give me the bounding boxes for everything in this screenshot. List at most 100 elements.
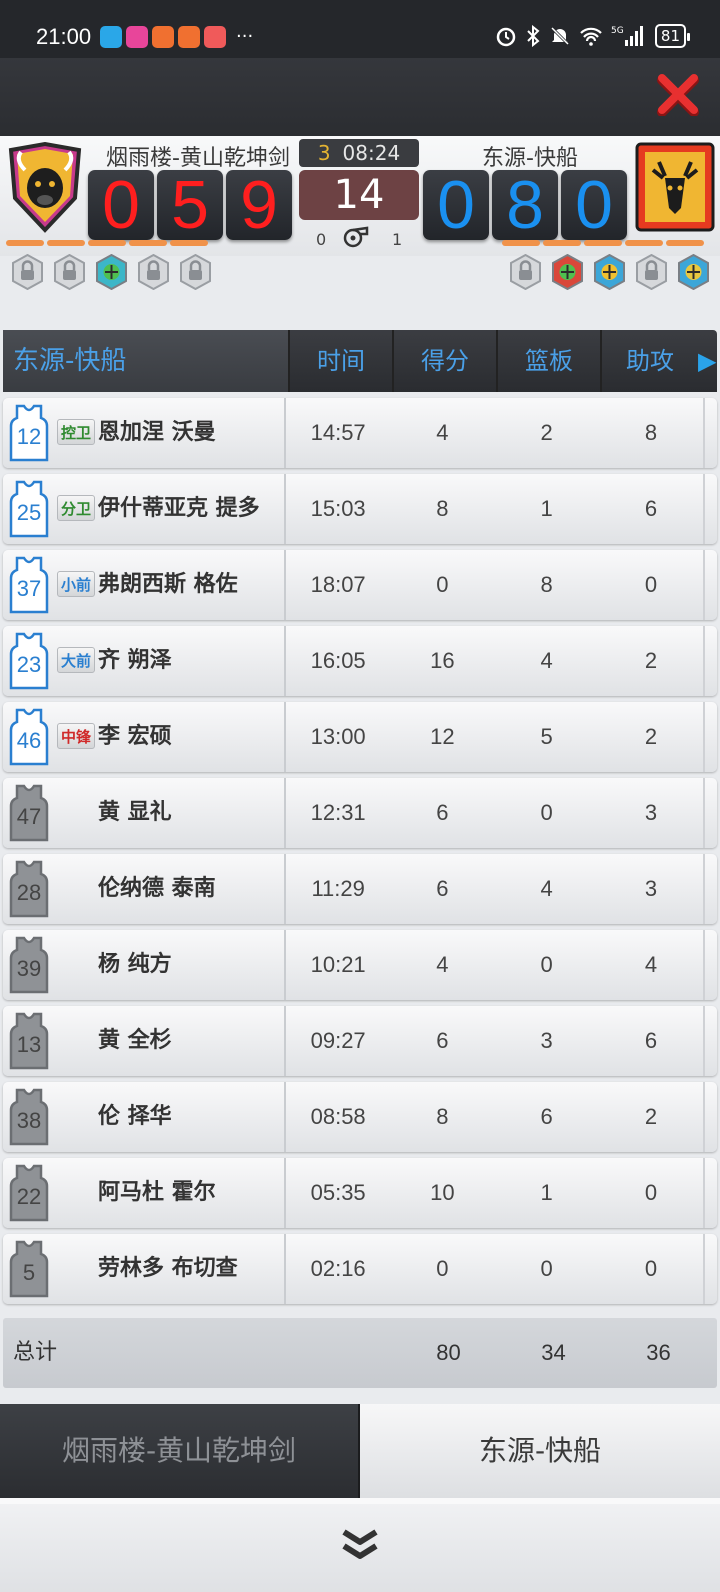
player-name: 伦 择华	[98, 1104, 172, 1129]
assists-cell: 2	[644, 1104, 658, 1129]
minutes-cell: 14:57	[310, 420, 366, 445]
player-cell: 39 杨 纯方	[3, 930, 287, 1000]
signal-icon: 5G	[611, 26, 643, 46]
whistle-icon	[343, 226, 369, 248]
game-time: 08:24	[342, 141, 401, 165]
jersey-number: 46	[16, 728, 42, 753]
player-cell: 25 分卫 伊什蒂亚克 提多	[3, 474, 287, 544]
tab-home-team[interactable]: 烟雨楼-黄山乾坤剑	[0, 1404, 360, 1498]
jersey-number: 23	[16, 652, 42, 677]
table-row[interactable]: 37 小前 弗朗西斯 格佐 18:07 0 8 0	[3, 550, 717, 620]
away-timeouts-used: 1	[392, 230, 403, 249]
status-time: 21:00	[36, 24, 92, 49]
table-row[interactable]: 46 中锋李 宏硕 13:00 12 5 2	[3, 702, 717, 772]
header-assists[interactable]: 助攻	[600, 330, 698, 392]
close-icon	[657, 74, 699, 117]
minutes-cell: 18:07	[310, 572, 366, 597]
jersey-number: 39	[16, 956, 42, 981]
home-foul-bar	[6, 240, 208, 246]
tab-away-team[interactable]: 东源-快船	[360, 1404, 720, 1498]
player-name: 劳林多 布切查	[98, 1256, 238, 1281]
header-points[interactable]: 得分	[392, 330, 496, 392]
assists-cell: 3	[644, 800, 658, 825]
points-cell: 4	[436, 420, 449, 445]
locked-slot-icon[interactable]	[11, 254, 44, 290]
minutes-cell: 13:00	[310, 724, 366, 749]
totals-label: 总计	[13, 1340, 58, 1365]
video-app-icon	[126, 26, 148, 48]
locked-slot-icon[interactable]	[509, 254, 542, 290]
points-cell: 0	[436, 572, 449, 597]
table-row[interactable]: 39 杨 纯方 10:21 4 0 4	[3, 930, 717, 1000]
table-row[interactable]: 38 伦 择华 08:58 8 6 2	[3, 1082, 717, 1152]
locked-slot-icon[interactable]	[137, 254, 170, 290]
table-row[interactable]: 23 大前齐 朔泽 16:05 16 4 2	[3, 626, 717, 696]
shot-clock: 14	[299, 170, 419, 220]
table-row[interactable]: 12 控卫 恩加涅 沃曼 14:57 4 2 8	[3, 398, 717, 468]
buff-icon[interactable]	[551, 254, 584, 290]
assists-cell: 4	[644, 952, 658, 977]
book-app-icon	[100, 26, 122, 48]
player-name: 弗朗西斯 格佐	[98, 572, 238, 597]
table-row[interactable]: 47 黄 显礼 12:31 6 0 3	[3, 778, 717, 848]
player-cell: 13 黄 全杉	[3, 1006, 287, 1076]
row-edge	[703, 854, 717, 924]
points-cell: 6	[436, 1028, 449, 1053]
table-row[interactable]: 5 劳林多 布切查 02:16 0 0 0	[3, 1234, 717, 1304]
table-row[interactable]: 13 黄 全杉 09:27 6 3 6	[3, 1006, 717, 1076]
rebounds-cell: 0	[540, 800, 553, 825]
close-button[interactable]	[656, 72, 700, 117]
rebounds-cell: 3	[540, 1028, 553, 1053]
table-row[interactable]: 22 阿马杜 霍尔 05:35 10 1 0	[3, 1158, 717, 1228]
points-cell: 10	[430, 1180, 455, 1205]
assists-cell: 0	[644, 572, 658, 597]
buff-icon[interactable]	[593, 254, 626, 290]
away-buff-slots	[509, 254, 710, 298]
player-name: 杨 纯方	[98, 952, 172, 977]
assists-cell: 6	[644, 1028, 658, 1053]
table-body: 12 控卫 恩加涅 沃曼 14:57 4 2 8 25 分卫 伊什蒂亚克 提多 15:03 8 1 6 37…	[3, 398, 717, 1304]
system-icons: 5G 81	[495, 24, 691, 48]
totals-assists: 36	[646, 1340, 671, 1365]
points-cell: 8	[436, 1104, 449, 1129]
home-buff-slots	[11, 254, 212, 298]
buff-icon[interactable]	[677, 254, 710, 290]
row-edge	[703, 1006, 717, 1076]
locked-slot-icon[interactable]	[635, 254, 668, 290]
locked-slot-icon[interactable]	[53, 254, 86, 290]
minutes-cell: 08:58	[310, 1104, 366, 1129]
table-row[interactable]: 25 分卫 伊什蒂亚克 提多 15:03 8 1 6	[3, 474, 717, 544]
rebounds-cell: 1	[540, 496, 553, 521]
header-time[interactable]: 时间	[288, 330, 392, 392]
player-name: 阿马杜 霍尔	[98, 1180, 216, 1205]
double-chevron-down-icon[interactable]	[340, 1524, 380, 1564]
position-badge: 大前	[57, 647, 95, 673]
game-clock: 3 08:24	[299, 139, 419, 167]
top-bar	[0, 58, 720, 136]
notification-icons: ···	[100, 26, 253, 48]
locked-slot-icon[interactable]	[179, 254, 212, 290]
buff-icon[interactable]	[95, 254, 128, 290]
position-badge: 小前	[57, 571, 95, 597]
player-cell: 23 大前齐 朔泽	[3, 626, 287, 696]
table-row[interactable]: 28 伦纳德 泰南 11:29 6 4 3	[3, 854, 717, 924]
bottom-panel	[0, 1498, 720, 1592]
points-cell: 0	[436, 1256, 449, 1281]
rebounds-cell: 1	[540, 1180, 553, 1205]
row-edge	[703, 1158, 717, 1228]
row-edge	[703, 550, 717, 620]
bluetooth-icon	[527, 25, 540, 47]
row-edge	[703, 702, 717, 772]
points-cell: 12	[430, 724, 455, 749]
home-timeouts-used: 0	[316, 230, 327, 249]
player-cell: 46 中锋李 宏硕	[3, 702, 287, 772]
scroll-right-arrow-icon[interactable]: ▶	[698, 330, 716, 392]
quarter-number: 3	[317, 141, 331, 165]
row-edge	[703, 626, 717, 696]
battery-indicator: 81	[654, 24, 691, 48]
minutes-cell: 05:35	[310, 1180, 366, 1205]
player-name: 黄 全杉	[98, 1028, 172, 1053]
assists-cell: 2	[644, 648, 658, 673]
header-rebounds[interactable]: 篮板	[496, 330, 600, 392]
rebounds-cell: 5	[540, 724, 553, 749]
